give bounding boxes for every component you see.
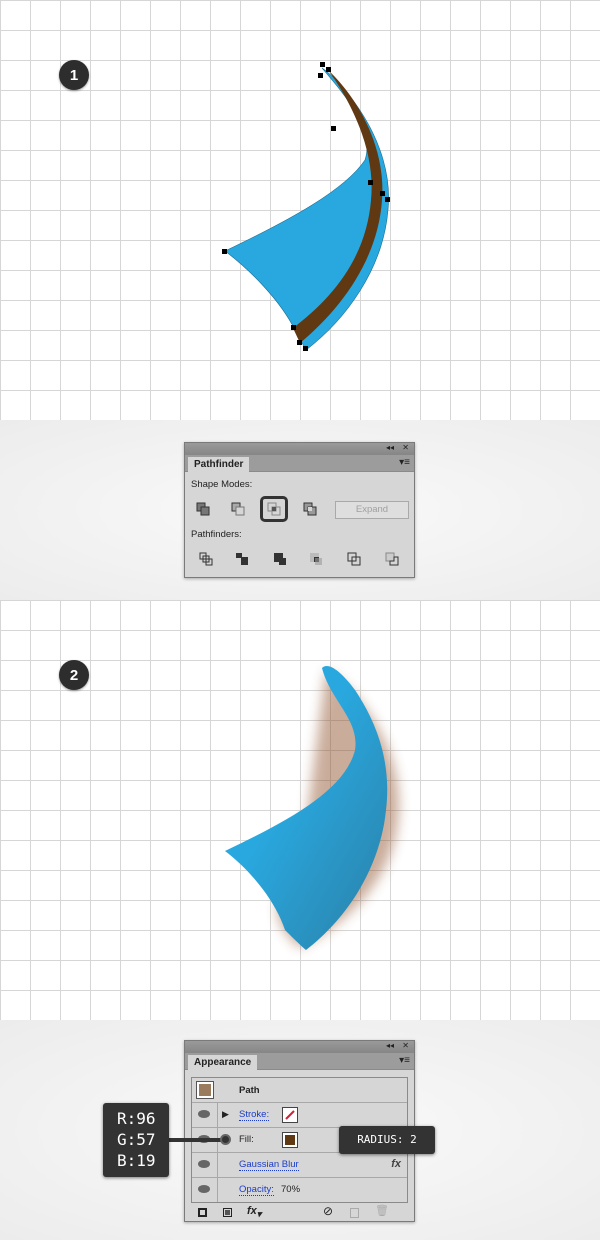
visibility-eye-icon[interactable] <box>198 1110 210 1118</box>
collapse-icon[interactable]: ◂◂ <box>386 443 394 452</box>
add-effect-icon[interactable]: fx▾ <box>247 1205 261 1220</box>
pathfinder-panel: ◂◂ ✕ Pathfinder ▾≡ Shape Modes: Expand Pat… <box>184 442 415 578</box>
fill-label[interactable]: Fill: <box>239 1134 254 1145</box>
opacity-link[interactable]: Opacity: <box>239 1184 274 1196</box>
outline-icon[interactable] <box>347 552 361 566</box>
intersect-icon[interactable] <box>267 502 281 516</box>
minus-back-icon[interactable] <box>385 552 399 566</box>
trim-icon[interactable] <box>235 552 249 566</box>
fx-icon[interactable]: fx <box>391 1158 401 1170</box>
delete-item-icon: 🗑 <box>375 1205 389 1217</box>
divide-icon[interactable] <box>199 552 213 566</box>
exclude-icon[interactable] <box>303 502 317 516</box>
stroke-none-swatch[interactable] <box>282 1107 298 1123</box>
visibility-eye-icon[interactable] <box>198 1185 210 1193</box>
panel-titlebar[interactable]: ◂◂ ✕ <box>185 443 414 455</box>
tab-appearance[interactable]: Appearance <box>188 1055 258 1071</box>
expand-button[interactable]: Expand <box>335 501 409 519</box>
rgb-red-value: R:96 <box>117 1109 156 1128</box>
stroke-label[interactable]: Stroke: <box>239 1109 270 1121</box>
merge-icon[interactable] <box>273 552 287 566</box>
tab-pathfinder[interactable]: Pathfinder <box>188 457 250 473</box>
connector-dot <box>220 1134 231 1145</box>
fill-swatch[interactable] <box>282 1132 298 1148</box>
rgb-green-value: G:57 <box>117 1130 156 1149</box>
expand-triangle-icon[interactable]: ▶ <box>222 1109 229 1120</box>
appearance-row-effect[interactable]: Gaussian Blur fx <box>192 1153 407 1178</box>
add-stroke-icon[interactable] <box>198 1208 207 1217</box>
rgb-blue-value: B:19 <box>117 1151 156 1170</box>
close-icon[interactable]: ✕ <box>402 1041 409 1050</box>
rgb-callout: R:96 G:57 B:19 <box>103 1103 169 1177</box>
panel-menu-icon[interactable]: ▾≡ <box>399 1055 410 1066</box>
collapse-icon[interactable]: ◂◂ <box>386 1041 394 1050</box>
object-type-label: Path <box>239 1085 260 1096</box>
object-thumbnail <box>196 1081 214 1099</box>
crescent-shape-step-2 <box>225 666 399 950</box>
panel-titlebar[interactable]: ◂◂ ✕ <box>185 1041 414 1053</box>
blue-shape[interactable] <box>225 666 388 950</box>
shape-modes-label: Shape Modes: <box>191 479 253 490</box>
panel-menu-icon[interactable]: ▾≡ <box>399 457 410 468</box>
crescent-shapes-step-1 <box>222 62 390 351</box>
blue-shape[interactable] <box>224 67 389 351</box>
appearance-row-stroke[interactable]: ▶ Stroke: <box>192 1103 407 1128</box>
rgb-connector <box>168 1138 223 1142</box>
add-fill-icon[interactable] <box>223 1208 232 1217</box>
gaussian-blur-link[interactable]: Gaussian Blur <box>239 1159 299 1171</box>
minus-front-icon[interactable] <box>231 502 245 516</box>
opacity-value: 70% <box>281 1184 301 1195</box>
duplicate-item-icon <box>350 1208 359 1218</box>
close-icon[interactable]: ✕ <box>402 443 409 452</box>
appearance-row-opacity[interactable]: Opacity: 70% <box>192 1178 407 1203</box>
radius-callout: RADIUS: 2 <box>339 1126 435 1154</box>
pathfinders-label: Pathfinders: <box>191 529 242 540</box>
crop-icon[interactable] <box>309 552 323 566</box>
visibility-eye-icon[interactable] <box>198 1160 210 1168</box>
unite-icon[interactable] <box>196 502 210 516</box>
appearance-row-path[interactable]: Path <box>192 1078 407 1103</box>
clear-appearance-icon[interactable]: ⊘ <box>323 1204 333 1218</box>
